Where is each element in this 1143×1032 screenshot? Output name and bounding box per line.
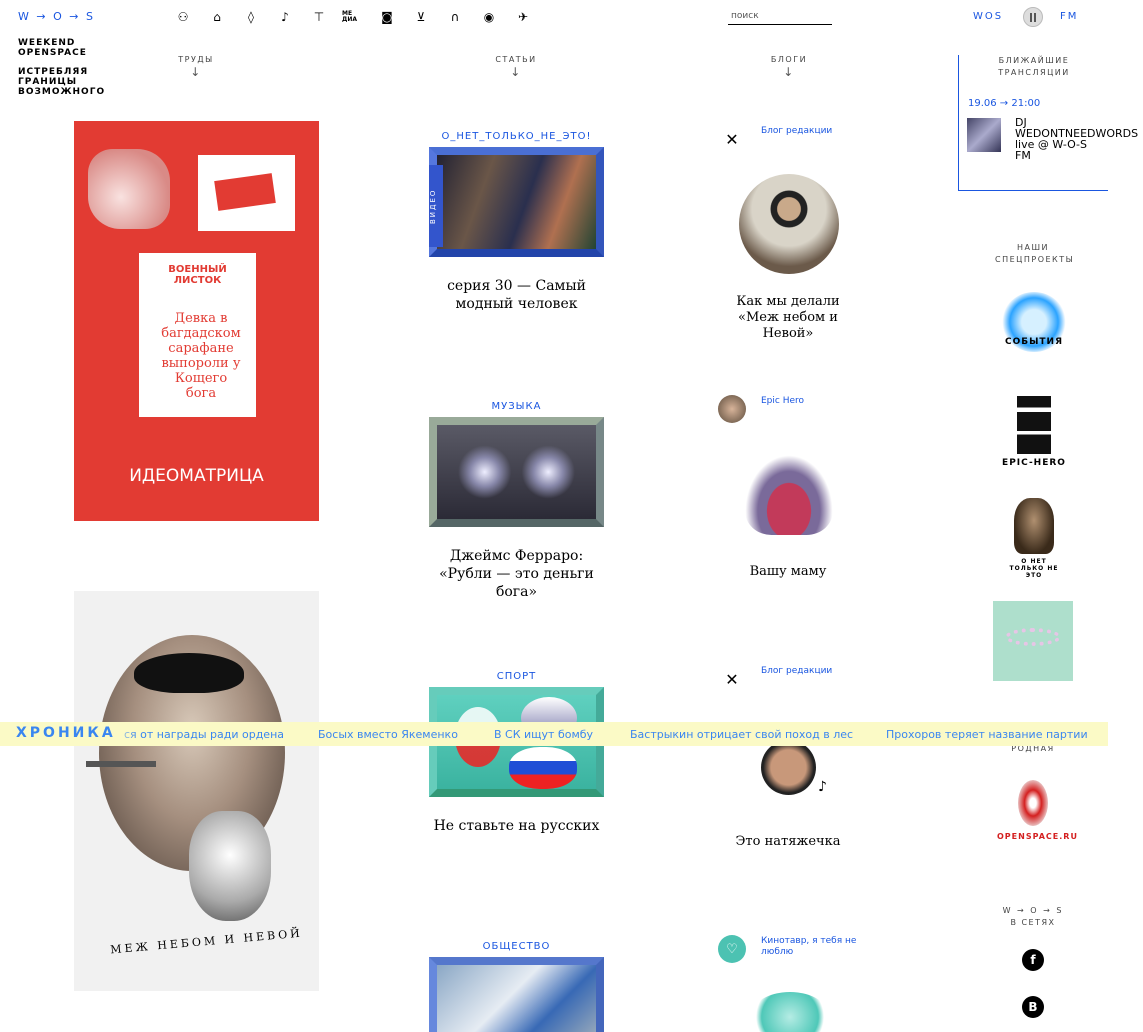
- article-category[interactable]: О_НЕТ_ТОЛЬКО_НЕ_ЭТО!: [429, 131, 604, 142]
- article-category[interactable]: СПОРТ: [429, 671, 604, 682]
- special-events[interactable]: СОБЫТИЯ: [999, 292, 1069, 352]
- football-icon[interactable]: ◉: [478, 9, 500, 25]
- blog-photo[interactable]: [750, 992, 830, 1032]
- column-blogi[interactable]: БЛОГИ ↓: [744, 55, 834, 79]
- skull-image: [189, 811, 271, 921]
- article-title[interactable]: Не ставьте на русских: [429, 817, 604, 835]
- chronicle-item[interactable]: Прохоров теряет название партии: [886, 728, 1088, 741]
- blog-author[interactable]: Блог редакции: [761, 126, 861, 137]
- work-card-ideomatrica[interactable]: ВОЕННЫЙ ЛИСТОК Девка в багдадском сарафане в…: [74, 121, 319, 521]
- blog-author[interactable]: Epic Hero: [761, 396, 861, 407]
- drop-icon[interactable]: ◊: [240, 9, 262, 25]
- article-card[interactable]: О_НЕТ_ТОЛЬКО_НЕ_ЭТО! ВИДЕО серия 30 — Са…: [429, 131, 604, 313]
- search-input[interactable]: поиск: [728, 10, 832, 25]
- special-epic-hero[interactable]: EPIC-HERO: [999, 396, 1069, 468]
- cap-icon[interactable]: ⌂: [206, 9, 228, 25]
- key-icon: [86, 761, 156, 767]
- article-title[interactable]: серия 30 — Самый модный человек: [429, 277, 604, 313]
- cups-image: [88, 149, 170, 229]
- epic-hero-logo: [1017, 396, 1051, 454]
- article-category[interactable]: МУЗЫКА: [429, 401, 604, 412]
- article-image[interactable]: ВИДЕО: [429, 147, 604, 257]
- logo-subtitle: WEEKEND OPENSPACE: [18, 38, 87, 58]
- work-card-mezh-nebom[interactable]: МЕЖ НЕБОМ И НЕВОЙ: [74, 591, 319, 991]
- music-note-icon: ♪: [818, 779, 827, 795]
- blog-author[interactable]: Блог редакции: [761, 666, 861, 677]
- leaflet-title: ВОЕННЫЙ ЛИСТОК: [168, 264, 227, 286]
- blog-photo[interactable]: [761, 740, 816, 795]
- editorial-arrows-icon: ✕: [725, 129, 739, 149]
- blog-photo[interactable]: [739, 174, 839, 274]
- video-label: ВИДЕО: [429, 165, 443, 247]
- broadcast-time: 19.06 → 21:00: [968, 98, 1041, 109]
- broadcasts-box: БЛИЖАЙШИЕ ТРАНСЛЯЦИИ 19.06 → 21:00 DJ WEDO…: [958, 55, 1138, 191]
- topic-nav: ⚇ ⌂ ◊ ♪ ⊤ МЕ ДИА ◙ ⊻ ∩ ◉ ✈: [172, 9, 534, 25]
- hat-shape: [134, 653, 244, 693]
- headphones-icon[interactable]: ∩: [444, 9, 466, 25]
- cart-icon[interactable]: ⊻: [410, 9, 432, 25]
- openspace-link[interactable]: OPENSPACE.RU: [997, 780, 1077, 841]
- blog-card[interactable]: Epic Hero Вашу маму: [718, 395, 858, 585]
- broadcasts-title: БЛИЖАЙШИЕ ТРАНСЛЯЦИИ: [998, 56, 1070, 77]
- bust-image: [1014, 498, 1054, 554]
- wallet-image: [198, 155, 295, 231]
- work-title: ИДЕОМАТРИЦА: [129, 466, 264, 486]
- special-promo-image[interactable]: [993, 601, 1073, 681]
- logo-slogan: ИСТРЕБЛЯЯ ГРАНИЦЫ ВОЗМОЖНОГО: [18, 67, 106, 97]
- media-icon[interactable]: МЕ ДИА: [342, 9, 364, 25]
- avatar[interactable]: [718, 395, 746, 423]
- chronicle-item[interactable]: В СК ищут бомбу: [494, 728, 593, 741]
- article-image[interactable]: [429, 417, 604, 527]
- arrow-down-icon: ↓: [190, 65, 202, 79]
- radio-wos-link[interactable]: WOS: [973, 11, 1003, 22]
- article-category[interactable]: ОБЩЕСТВО: [429, 941, 604, 952]
- column-stati[interactable]: СТАТЬИ ↓: [471, 55, 561, 79]
- openspace-logo: [1018, 780, 1048, 826]
- editorial-arrows-icon: ✕: [725, 669, 739, 689]
- ring-image: [1005, 628, 1061, 646]
- broadcast-name[interactable]: DJ WEDONTNEEDWORDS live @ W-O-S FM: [1015, 117, 1138, 161]
- vkontakte-icon[interactable]: В: [1022, 996, 1044, 1018]
- article-card[interactable]: СПОРТ Не ставьте на русских: [429, 671, 604, 835]
- chronicle-item[interactable]: ся от награды ради ордена: [124, 728, 284, 741]
- blog-card[interactable]: ♡ Кинотавр, я тебя не люблю: [718, 935, 858, 1032]
- people-icon[interactable]: ⚇: [172, 9, 194, 25]
- leaflet-text: Девка в багдадском сарафане выпороли у Кощег…: [161, 311, 241, 401]
- article-image[interactable]: [429, 957, 604, 1032]
- article-card[interactable]: МУЗЫКА Джеймс Ферраро: «Рубли — это день…: [429, 401, 604, 601]
- blog-card[interactable]: ✕ Блог редакции ♪ Это натяжечка: [718, 665, 858, 855]
- chronicle-label[interactable]: ХРОНИКА: [16, 725, 116, 741]
- heart-icon[interactable]: ♡: [718, 935, 746, 963]
- site-logo[interactable]: W → O → S: [18, 10, 95, 23]
- chronicle-item[interactable]: Босых вместо Якеменко: [318, 728, 458, 741]
- facebook-icon[interactable]: f: [1022, 949, 1044, 971]
- article-title[interactable]: Джеймс Ферраро: «Рубли — это деньги бога…: [429, 547, 604, 601]
- blog-photo[interactable]: [745, 455, 833, 535]
- blog-author[interactable]: Кинотавр, я тебя не люблю: [761, 936, 861, 958]
- broadcast-thumbnail[interactable]: [967, 118, 1001, 152]
- shirt-icon[interactable]: ⊤: [308, 9, 330, 25]
- chronicle-ribbon: ся от награды ради ордена ХРОНИКА Босых …: [0, 722, 1108, 746]
- social-title: В СЕТЯХ: [1010, 918, 1056, 927]
- arrow-down-icon: ↓: [783, 65, 795, 79]
- camera-icon[interactable]: ◙: [376, 9, 398, 25]
- arrow-down-icon: ↓: [510, 65, 522, 79]
- work-caption: МЕЖ НЕБОМ И НЕВОЙ: [109, 926, 304, 957]
- blog-card[interactable]: ✕ Блог редакции Как мы делали «Меж небом…: [718, 125, 861, 341]
- article-card[interactable]: ОБЩЕСТВО: [429, 941, 604, 1032]
- column-trudy[interactable]: ТРУДЫ ↓: [151, 55, 241, 79]
- radio-pause-button[interactable]: [1023, 7, 1043, 27]
- guitar-icon[interactable]: ♪: [274, 9, 296, 25]
- specials-title: НАШИ СПЕЦПРОЕКТЫ: [995, 243, 1075, 264]
- radio-fm-link[interactable]: FM: [1060, 11, 1078, 22]
- blog-title[interactable]: Это натяжечка: [718, 834, 858, 850]
- special-o-net[interactable]: О НЕТ ТОЛЬКО НЕ ЭТО: [999, 498, 1069, 579]
- chronicle-item[interactable]: Бастрыкин отрицает свой поход в лес: [630, 728, 853, 741]
- blog-title[interactable]: Как мы делали «Меж небом и Невой»: [718, 294, 858, 342]
- social-logo: W → O → S: [1002, 906, 1064, 915]
- blog-title[interactable]: Вашу маму: [718, 564, 858, 580]
- plane-icon[interactable]: ✈: [512, 9, 534, 25]
